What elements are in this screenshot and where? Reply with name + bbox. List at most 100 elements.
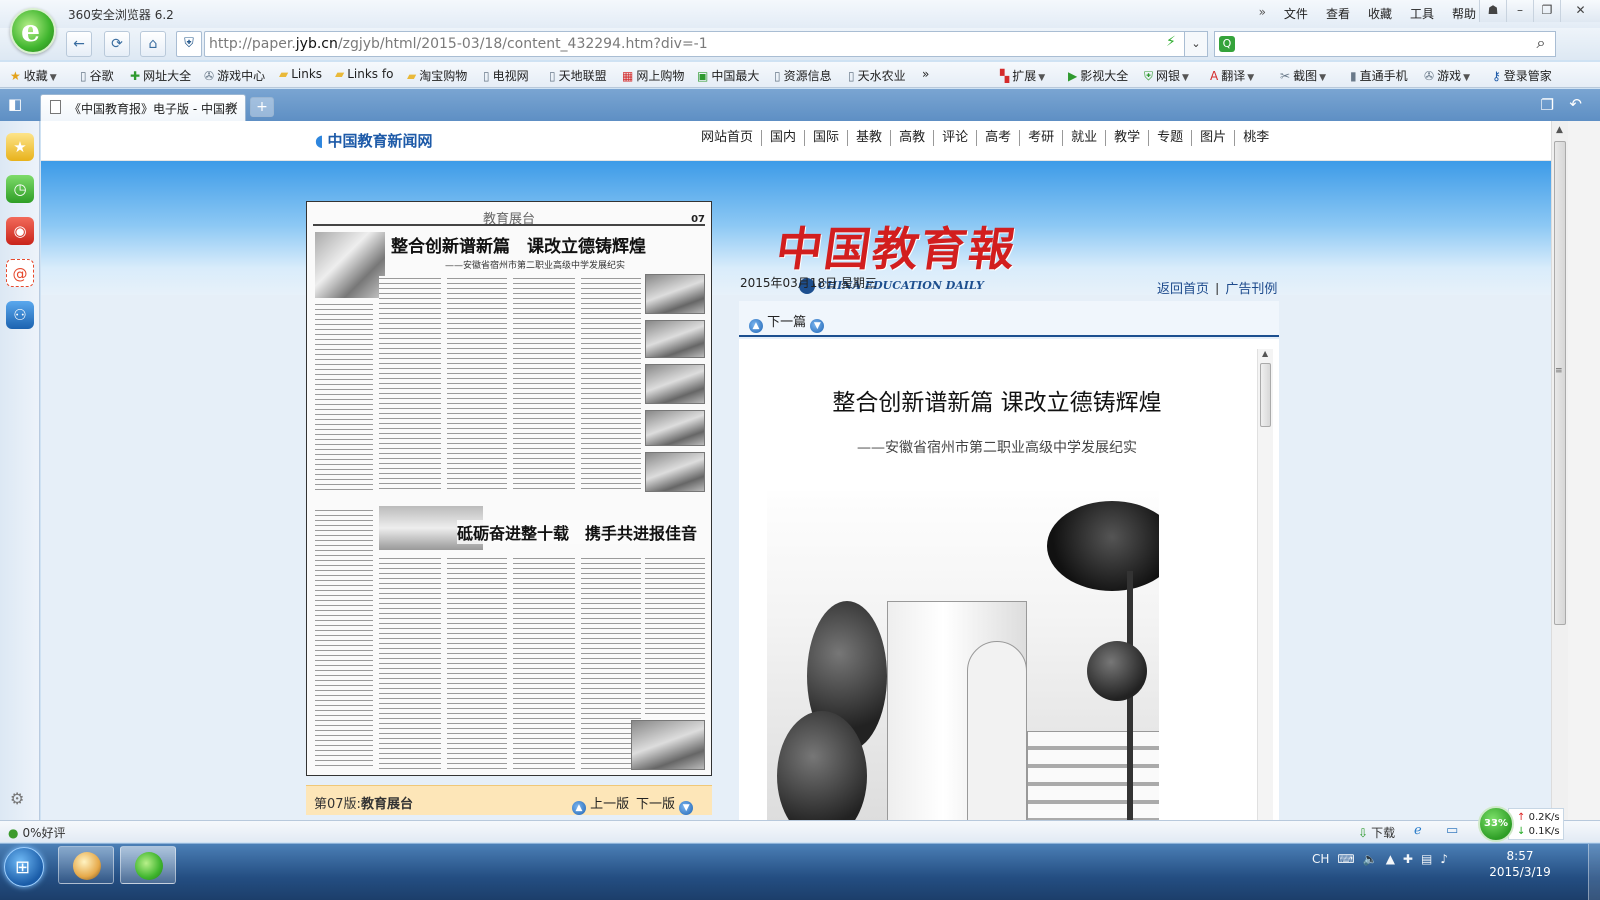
input-language[interactable]: CH <box>1312 852 1329 866</box>
bookmark-links[interactable]: ▰ Links <box>279 67 322 81</box>
show-desktop-button[interactable] <box>1588 844 1600 900</box>
toolbar-login-manager[interactable]: ⚷ 登录管家 <box>1492 67 1552 84</box>
menu-chevron[interactable]: » <box>1259 5 1266 22</box>
weibo-icon[interactable]: ◉ <box>6 217 34 245</box>
tray-360-icon[interactable]: ✚ <box>1403 852 1413 866</box>
site-nav-home[interactable]: 网站首页 <box>693 130 761 146</box>
thumbnail-photo <box>645 320 705 358</box>
site-rating[interactable]: ● 0%好评 <box>8 824 66 841</box>
site-logo[interactable]: ◖ 中国教育新闻网 <box>315 130 432 151</box>
bookmark-resources[interactable]: ▯ 资源信息 <box>774 67 832 84</box>
skin-icon[interactable]: ☗ <box>1479 0 1506 22</box>
bookmark-tv[interactable]: ▯ 电视网 <box>483 67 529 84</box>
site-nav-international[interactable]: 国际 <box>804 130 847 146</box>
security-shield-icon[interactable]: ⛨ <box>176 31 202 57</box>
keyboard-icon[interactable]: ⌨ <box>1337 852 1354 866</box>
volume-icon[interactable]: ♪ <box>1440 852 1448 866</box>
bookmark-games[interactable]: ✇ 游戏中心 <box>204 67 265 84</box>
history-clock-icon[interactable]: ◷ <box>6 175 34 203</box>
bookmark-tianshui[interactable]: ▯ 天水农业 <box>848 67 906 84</box>
sidebar-toggle-icon[interactable]: ◧ <box>8 95 22 113</box>
search-engine-icon[interactable]: Q <box>1219 36 1235 52</box>
network-speed-ball[interactable]: 33% <box>1478 806 1514 842</box>
taskbar-360-browser[interactable] <box>120 846 176 884</box>
site-nav-taoli[interactable]: 桃李 <box>1234 130 1277 146</box>
thumbnail-headline-2[interactable]: 砥砺奋进整十载 携手共进报佳音 <box>457 520 698 544</box>
toolbar-games[interactable]: ✇ 游戏 ▼ <box>1424 67 1470 84</box>
ie-compat-icon[interactable]: ℯ <box>1414 823 1422 838</box>
site-nav-topics[interactable]: 专题 <box>1148 130 1191 146</box>
toolbar-translate[interactable]: A 翻译 ▼ <box>1210 67 1254 84</box>
article-scroll-thumb[interactable] <box>1260 363 1271 427</box>
address-dropdown-icon[interactable]: ⌄ <box>1184 31 1208 57</box>
newspaper-page-thumbnail[interactable]: 教育展台 07 整合创新谱新篇 课改立德铸辉煌 ——安徽省宿州市第二职业高级中学… <box>306 201 712 776</box>
favorites-star-icon[interactable]: ★ <box>6 133 34 161</box>
scroll-up-icon[interactable]: ▲ <box>1556 125 1563 135</box>
system-clock[interactable]: 8:57 2015/3/19 <box>1480 848 1560 880</box>
page-scroll-thumb[interactable] <box>1554 141 1566 625</box>
toolbar-bank[interactable]: ⛨ 网银 ▼ <box>1144 67 1189 84</box>
site-nav-higher-edu[interactable]: 高教 <box>890 130 933 146</box>
minimize-button[interactable]: – <box>1506 0 1533 22</box>
browser-logo-icon[interactable]: e <box>10 8 56 54</box>
scroll-up-icon[interactable]: ▲ <box>1262 349 1268 358</box>
site-nav-employment[interactable]: 就业 <box>1062 130 1105 146</box>
address-bar[interactable]: http://paper.jyb.cn/zgjyb/html/2015-03/1… <box>204 31 1208 57</box>
menu-file[interactable]: 文件 <box>1284 5 1308 22</box>
menu-tools[interactable]: 工具 <box>1410 5 1434 22</box>
site-nav-teaching[interactable]: 教学 <box>1105 130 1148 146</box>
email-icon[interactable]: @ <box>6 259 34 287</box>
undo-close-icon[interactable]: ↶ <box>1569 95 1582 113</box>
site-nav-images[interactable]: 图片 <box>1191 130 1234 146</box>
thumbnail-headline[interactable]: 整合创新谱新篇 课改立德铸辉煌 <box>391 232 646 257</box>
menu-help[interactable]: 帮助 <box>1452 5 1476 22</box>
download-button[interactable]: ⇩ 下载 <box>1358 824 1395 841</box>
home-icon[interactable]: ⌂ <box>140 31 166 57</box>
site-nav-kaoyan[interactable]: 考研 <box>1019 130 1062 146</box>
people-icon[interactable]: ⚇ <box>6 301 34 329</box>
search-box[interactable]: Q ⌕ <box>1214 31 1556 57</box>
bookmark-google[interactable]: ▯ 谷歌 <box>80 67 114 84</box>
site-nav-comments[interactable]: 评论 <box>933 130 976 146</box>
bookmark-favorites[interactable]: ★ 收藏 ▼ <box>10 67 57 84</box>
bookmark-links-fo[interactable]: ▰ Links fo <box>335 67 393 81</box>
site-nav-basic-edu[interactable]: 基教 <box>847 130 890 146</box>
toolbar-phone[interactable]: ▮ 直通手机 <box>1350 67 1408 84</box>
menu-view[interactable]: 查看 <box>1326 5 1350 22</box>
thumbnail-subheadline: ——安徽省宿州市第二职业高级中学发展纪实 <box>445 261 626 271</box>
toolbar-extensions[interactable]: ▚ 扩展 ▼ <box>1000 67 1045 84</box>
bookmark-taobao[interactable]: ▰ 淘宝购物 <box>407 67 467 84</box>
restore-button[interactable]: ❐ <box>1533 0 1560 22</box>
menu-favorites[interactable]: 收藏 <box>1368 5 1392 22</box>
back-icon[interactable]: ← <box>66 31 92 57</box>
bookmark-shopping[interactable]: ▦ 网上购物 <box>622 67 684 84</box>
next-article-link[interactable]: ▲ 下一篇 ▼ <box>749 311 825 333</box>
speaker-alert-icon[interactable]: 🔈 <box>1363 852 1378 866</box>
bookmark-tiandi[interactable]: ▯ 天地联盟 <box>549 67 607 84</box>
prev-page-link[interactable]: ▲ 上一版 <box>572 793 629 815</box>
next-page-link[interactable]: 下一版 ▼ <box>636 793 694 815</box>
refresh-icon[interactable]: ⟳ <box>104 31 130 57</box>
tab-list-icon[interactable]: ❐ <box>1541 96 1554 114</box>
new-tab-button[interactable]: + <box>250 97 274 117</box>
article-scrollbar[interactable]: ▲ <box>1257 349 1273 820</box>
site-nav-domestic[interactable]: 国内 <box>761 130 804 146</box>
speed-mode-icon[interactable]: ⚡ <box>1166 34 1176 50</box>
toolbar-screenshot[interactable]: ✂ 截图 ▼ <box>1280 67 1326 84</box>
tray-app-icon[interactable]: ▲ <box>1386 852 1395 866</box>
tab-close-icon[interactable]: × <box>228 99 239 114</box>
site-nav-gaokao[interactable]: 高考 <box>976 130 1019 146</box>
search-icon[interactable]: ⌕ <box>1527 32 1555 56</box>
toolbar-video[interactable]: ▶ 影视大全 <box>1068 67 1128 84</box>
bookmark-china-largest[interactable]: ▣ 中国最大 <box>697 67 759 84</box>
tab-active[interactable]: 《中国教育报》电子版 - 中国教 × <box>40 94 246 121</box>
bookmark-hao[interactable]: ✚ 网址大全 <box>130 67 191 84</box>
start-button[interactable]: ⊞ <box>4 847 44 887</box>
close-button[interactable]: ✕ <box>1560 0 1600 22</box>
taskbar-qq[interactable] <box>58 846 114 884</box>
page-scrollbar[interactable]: ▲ ≡ <box>1551 121 1568 820</box>
network-icon[interactable]: ▤ <box>1421 852 1432 866</box>
bookmarks-more[interactable]: » <box>922 67 929 81</box>
window-mode-icon[interactable]: ▭ <box>1446 823 1458 838</box>
settings-gear-icon[interactable]: ⚙ <box>10 789 24 808</box>
